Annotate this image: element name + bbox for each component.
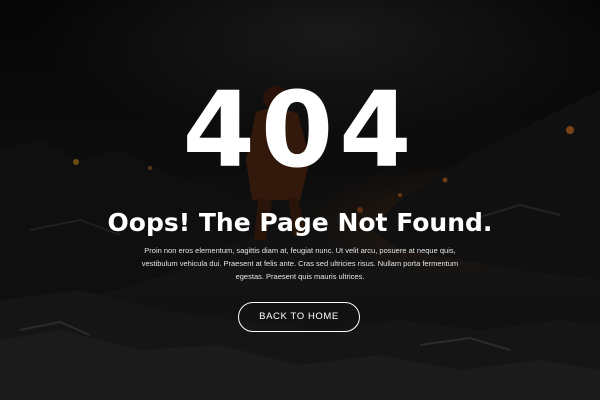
error-code: 404 xyxy=(182,69,418,191)
error-content: 404 Oops! The Page Not Found. Proin non … xyxy=(0,0,600,400)
page-title: Oops! The Page Not Found. xyxy=(107,208,493,237)
error-description: Proin non eros elementum, sagittis diam … xyxy=(141,246,459,281)
back-to-home-button[interactable]: BACK TO HOME xyxy=(238,302,360,332)
error-page: 404 Oops! The Page Not Found. Proin non … xyxy=(0,0,600,400)
